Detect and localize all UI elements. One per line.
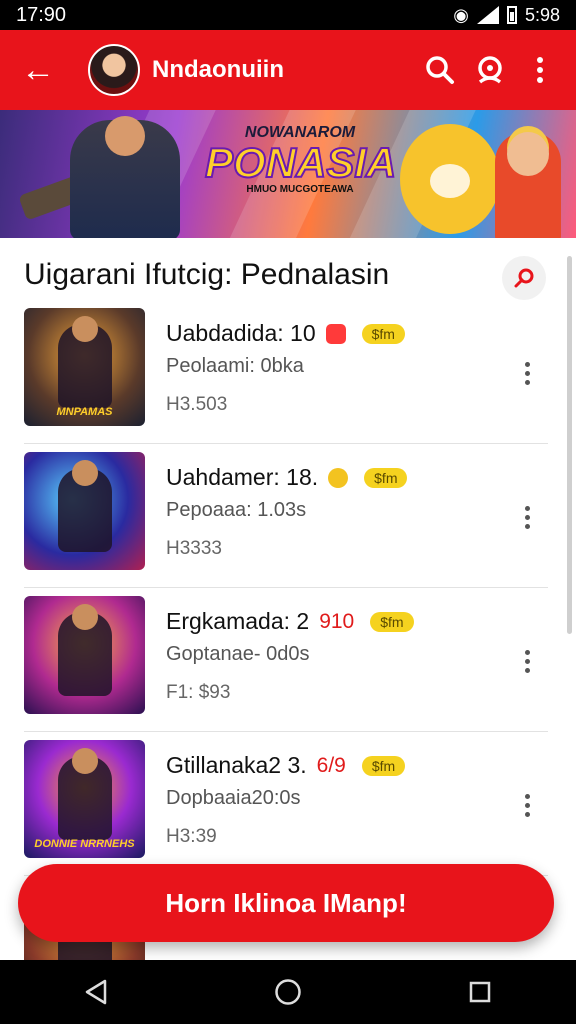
back-arrow-icon[interactable]: ← [14,53,62,87]
game-list-sheet: Uigarani Ifutcig: Pednalasin MNPAMAS Uab… [0,238,576,1002]
list-item[interactable]: Uahdamer: 18. $fm Pepoaaa: 1.03s H3333 [24,444,548,588]
game-title-line: Ergkamada: 2 910 $fm [166,608,414,635]
game-title-line: Uabdadida: 10 $fm [166,320,405,347]
game-price: H3:39 [166,826,217,847]
list-item[interactable]: MNPAMAS Uabdadida: 10 $fm Peolaami: 0bka… [24,300,548,444]
more-options-icon[interactable] [512,502,542,532]
recents-icon[interactable] [450,967,510,1017]
list-item[interactable]: Ergkamada: 2 910 $fm Goptanae- 0d0s F1: … [24,588,548,732]
promo-banner[interactable]: NOWANAROM PONASIA HMUO MUCGOTEAWA [0,110,576,238]
signal-icon [476,6,499,24]
game-title-line: Gtillanaka2 3. 6/9 $fm [166,752,406,779]
flag-icon [325,323,346,344]
game-subtitle: Dopbaaia20:0s [166,787,301,809]
status-bar: 17:90 ◉ 5:98 [0,0,576,30]
game-price: F1: $93 [166,682,231,703]
status-badge: $fm [364,467,408,488]
status-icons: ◉ 5:98 [453,5,560,26]
game-thumbnail [24,452,145,570]
game-score: 6/9 [316,753,346,777]
profile-icon[interactable] [468,48,512,92]
game-thumbnail: MNPAMAS [24,308,145,426]
search-icon[interactable] [418,48,462,92]
game-title: Gtillanaka2 3. [166,752,307,778]
wifi-icon: ◉ [453,4,469,25]
battery-icon [506,6,517,24]
game-title: Uabdadida: 10 [166,320,316,346]
banner-hero-character [70,116,180,238]
thumbnail-caption: MNPAMAS [56,406,113,418]
overflow-menu-icon[interactable] [518,48,562,92]
smiley-icon [328,467,349,488]
avatar[interactable] [88,44,140,96]
game-subtitle: Goptanae- 0d0s [166,643,310,665]
list-item[interactable]: DONNIE NRRNEHS Gtillanaka2 3. 6/9 $fm Do… [24,732,548,876]
scrollbar[interactable] [567,256,572,634]
game-subtitle: Pepoaaa: 1.03s [166,499,307,521]
system-nav-bar [0,960,576,1024]
primary-cta-button[interactable]: Horn Iklinoa IManp! [18,864,554,942]
section-title: Uigarani Ifutcig: Pednalasin [24,258,390,291]
battery-level: 5:98 [524,4,560,25]
game-title: Ergkamada: 2 [166,608,310,634]
more-options-icon[interactable] [512,790,542,820]
status-badge: $fm [370,611,414,632]
game-thumbnail: DONNIE NRRNEHS [24,740,145,858]
banner-logo: NOWANAROM PONASIA HMUO MUCGOTEAWA [204,124,397,195]
app-title: Nndaonuiin [152,56,284,83]
status-badge: $fm [361,755,406,776]
game-price: H3.503 [166,394,228,415]
game-price: H3333 [166,538,222,559]
status-badge: $fm [361,323,405,344]
banner-logo-main: PONASIA [204,139,397,186]
back-icon[interactable] [66,967,126,1017]
thumbnail-caption: DONNIE NRRNEHS [34,838,135,850]
game-title: Uahdamer: 18. [166,464,319,490]
game-thumbnail [24,596,145,714]
game-subtitle: Peolaami: 0bka [166,355,304,377]
status-time: 17:90 [16,3,67,26]
section-search-button[interactable] [502,256,546,300]
game-title-line: Uahdamer: 18. $fm [166,464,408,491]
game-score: 910 [319,609,355,633]
search-icon [514,268,534,288]
more-options-icon[interactable] [512,646,542,676]
banner-girl-character [495,132,561,238]
app-bar: ← Nndaonuiin [0,30,576,110]
banner-bear-character [400,124,500,234]
home-icon[interactable] [258,967,318,1017]
more-options-icon[interactable] [512,358,542,388]
